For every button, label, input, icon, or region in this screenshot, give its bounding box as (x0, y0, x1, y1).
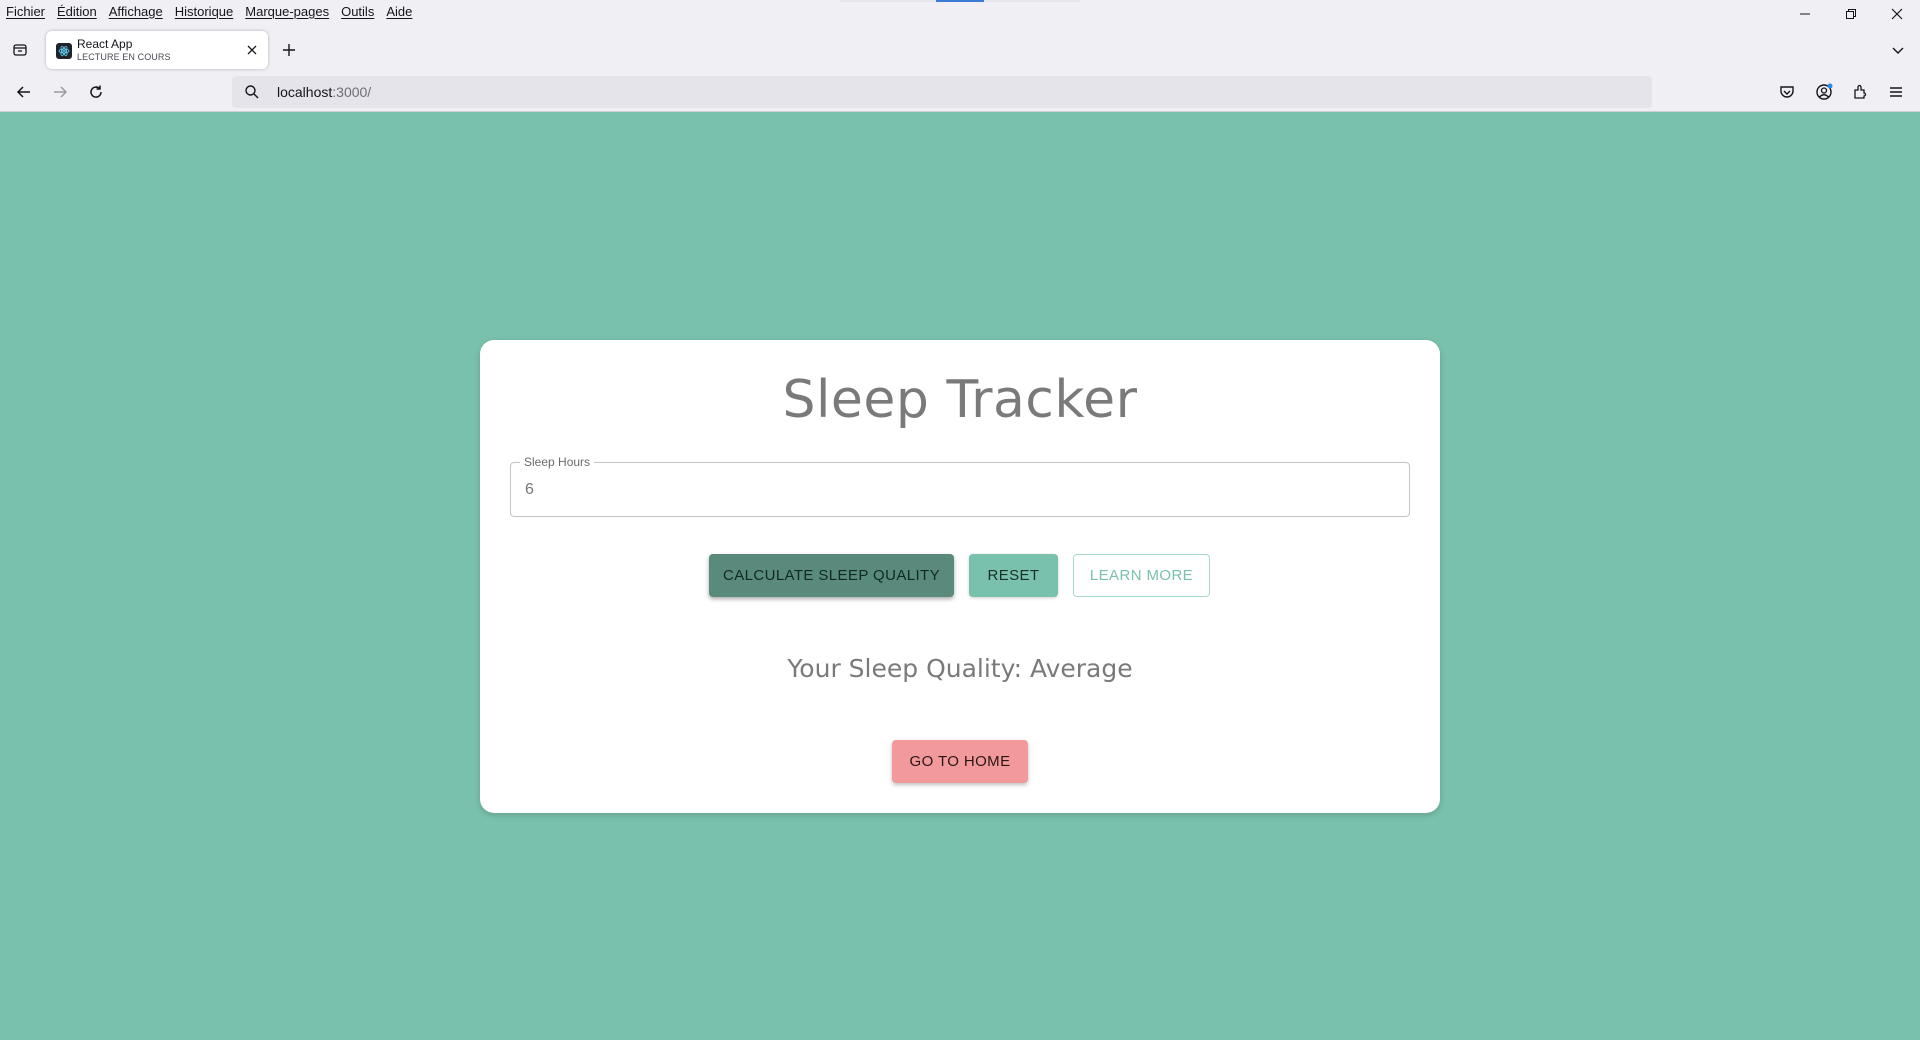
title-drag-indicator (840, 0, 1080, 2)
window-controls (1782, 0, 1920, 28)
calculate-sleep-quality-button[interactable]: CALCULATE SLEEP QUALITY (709, 554, 954, 597)
sleep-tracker-card: Sleep Tracker Sleep Hours 6 CALCULATE SL… (480, 340, 1440, 813)
account-icon (1816, 83, 1833, 100)
app-menu-button[interactable] (1884, 80, 1908, 104)
navigation-toolbar: localhost:3000/ (0, 74, 1920, 110)
close-icon (1891, 8, 1903, 20)
url-text[interactable]: localhost:3000/ (277, 84, 371, 100)
sleep-hours-field[interactable]: Sleep Hours 6 (510, 455, 1410, 517)
back-button[interactable] (12, 80, 36, 104)
new-tab-icon (283, 44, 295, 56)
chevron-down-icon (1892, 47, 1904, 54)
url-bar[interactable]: localhost:3000/ (232, 76, 1652, 108)
sleep-quality-result: Your Sleep Quality: Average (787, 654, 1133, 683)
extensions-button[interactable] (1848, 80, 1872, 104)
extensions-icon (1854, 84, 1867, 99)
menu-bar: Fichier Édition Affichage Historique Mar… (0, 0, 424, 22)
page-title: Sleep Tracker (782, 370, 1138, 430)
list-all-tabs-button[interactable] (1888, 40, 1908, 60)
menu-historique[interactable]: Historique (175, 4, 234, 19)
tab-title: React App (77, 37, 133, 51)
tab-subtitle: LECTURE EN COURS (77, 52, 171, 62)
restore-icon (1846, 9, 1856, 19)
menu-edition[interactable]: Édition (57, 4, 97, 19)
react-favicon-icon (56, 43, 72, 59)
go-to-home-button[interactable]: GO TO HOME (892, 740, 1028, 783)
search-icon (245, 85, 259, 99)
pocket-icon (1780, 86, 1794, 98)
menu-aide[interactable]: Aide (386, 4, 412, 19)
sleep-hours-input[interactable]: 6 (525, 481, 534, 499)
tab-list-button[interactable] (8, 38, 32, 62)
minimize-button[interactable] (1782, 0, 1828, 28)
browser-chrome: Fichier Édition Affichage Historique Mar… (0, 0, 1920, 112)
close-tab-icon (247, 45, 257, 55)
menu-outils[interactable]: Outils (341, 4, 374, 19)
back-icon (16, 86, 30, 98)
reload-icon (90, 85, 102, 98)
reset-button[interactable]: RESET (969, 554, 1058, 597)
reload-button[interactable] (84, 80, 108, 104)
learn-more-button[interactable]: LEARN MORE (1073, 554, 1210, 597)
tab-list-icon (13, 44, 27, 56)
menu-marque-pages[interactable]: Marque-pages (245, 4, 329, 19)
menu-fichier[interactable]: Fichier (6, 4, 45, 19)
action-buttons: CALCULATE SLEEP QUALITY RESET LEARN MORE (480, 554, 1440, 597)
url-path: :3000/ (332, 84, 372, 100)
account-button[interactable] (1812, 80, 1836, 104)
menu-icon (1890, 87, 1902, 97)
close-window-button[interactable] (1874, 0, 1920, 28)
tab-strip: React App LECTURE EN COURS (0, 28, 1920, 72)
tab-react-app[interactable]: React App LECTURE EN COURS (46, 31, 268, 69)
url-host: localhost (277, 84, 333, 100)
forward-button[interactable] (48, 80, 72, 104)
close-tab-button[interactable] (244, 42, 260, 58)
menu-affichage[interactable]: Affichage (109, 4, 163, 19)
forward-icon (54, 86, 68, 98)
sleep-hours-label: Sleep Hours (520, 455, 595, 469)
new-tab-button[interactable] (279, 40, 299, 60)
restore-button[interactable] (1828, 0, 1874, 28)
minimize-icon (1800, 13, 1810, 15)
pocket-button[interactable] (1775, 80, 1799, 104)
